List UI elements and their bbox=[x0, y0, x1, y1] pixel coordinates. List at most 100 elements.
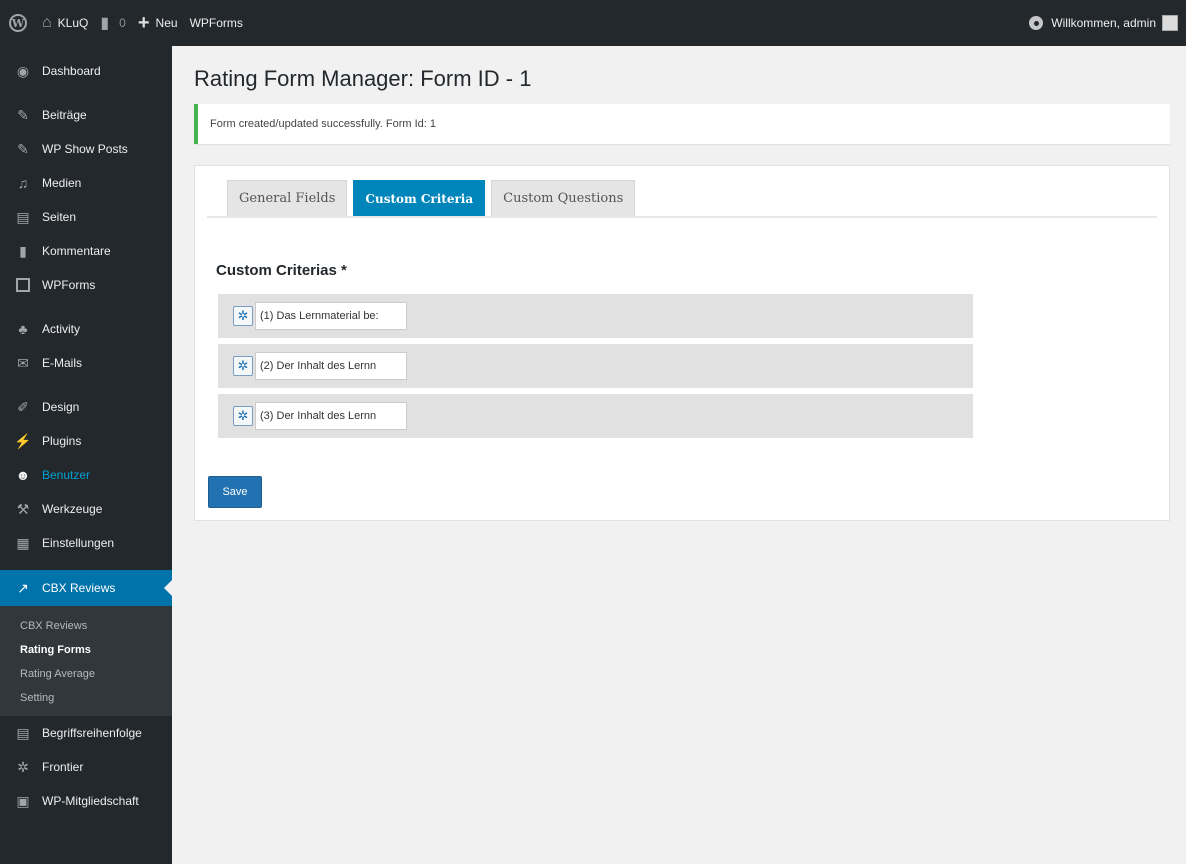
sidebar-item-label: Beiträge bbox=[42, 108, 87, 122]
save-button[interactable]: Save bbox=[208, 476, 262, 508]
sidebar-item-label: Medien bbox=[42, 176, 82, 190]
sidebar-item-benutzer[interactable]: ☻ Benutzer bbox=[0, 458, 172, 492]
comment-icon: ▮ bbox=[100, 15, 110, 32]
comments-icon: ▮ bbox=[19, 242, 27, 259]
criteria-list: ✲ (1) Das Lernmaterial be: ✲ (2) Der Inh… bbox=[218, 294, 973, 444]
sidebar-item-seiten[interactable]: ▤ Seiten bbox=[0, 200, 172, 234]
plugin-icon: ⚡ bbox=[14, 432, 32, 449]
sidebar-item-label: Design bbox=[42, 400, 80, 414]
submenu-item-setting[interactable]: Setting bbox=[0, 686, 172, 710]
site-name-link[interactable]: ⌂ KLuQ bbox=[36, 0, 94, 46]
new-content-link[interactable]: + Neu bbox=[132, 0, 184, 46]
sidebar-item-cbx-reviews[interactable]: ↗ CBX Reviews bbox=[0, 570, 172, 606]
tab-general-fields[interactable]: General Fields bbox=[227, 180, 348, 216]
sidebar-item-label: E-Mails bbox=[42, 356, 83, 370]
criteria-input[interactable]: (3) Der Inhalt des Lernn bbox=[255, 402, 407, 430]
sidebar-item-design[interactable]: ✐ Design bbox=[0, 390, 172, 424]
section-title: Custom Criterias * bbox=[216, 262, 347, 279]
criteria-row: ✲ (1) Das Lernmaterial be: bbox=[218, 294, 973, 338]
page-title: Rating Form Manager: Form ID - 1 bbox=[194, 66, 532, 91]
submenu-item-cbx-reviews[interactable]: CBX Reviews bbox=[0, 614, 172, 638]
main-content: Rating Form Manager: Form ID - 1 Form cr… bbox=[194, 46, 1170, 521]
tab-custom-criteria[interactable]: Custom Criteria bbox=[353, 180, 486, 216]
sidebar-item-plugins[interactable]: ⚡ Plugins bbox=[0, 424, 172, 458]
cbx-reviews-submenu: CBX Reviews Rating Forms Rating Average … bbox=[0, 606, 172, 716]
sidebar-item-label: WP Show Posts bbox=[42, 142, 128, 156]
pin-icon: ✎ bbox=[17, 106, 29, 123]
sidebar-item-activity[interactable]: ♣ Activity bbox=[0, 312, 172, 346]
wrench-icon: ⚒ bbox=[16, 500, 30, 517]
sidebar-item-label: Kommentare bbox=[42, 244, 111, 258]
gear-icon: ✲ bbox=[17, 758, 29, 775]
sidebar-item-werkzeuge[interactable]: ⚒ Werkzeuge bbox=[0, 492, 172, 526]
sidebar-item-wp-mitgliedschaft[interactable]: ▣ WP-Mitgliedschaft bbox=[0, 784, 172, 818]
sidebar-item-label: Einstellungen bbox=[42, 536, 115, 550]
gear-icon: ✲ bbox=[237, 358, 249, 373]
wpforms-icon bbox=[12, 278, 34, 292]
membership-icon: ▣ bbox=[16, 792, 30, 809]
criteria-row: ✲ (2) Der Inhalt des Lernn bbox=[218, 344, 973, 388]
sidebar-item-label: Benutzer bbox=[42, 468, 91, 482]
sidebar-item-frontier[interactable]: ✲ Frontier bbox=[0, 750, 172, 784]
settings-icon: ▦ bbox=[16, 534, 30, 551]
avatar bbox=[1162, 15, 1178, 31]
comments-count: 0 bbox=[119, 16, 126, 30]
sidebar-item-label: CBX Reviews bbox=[42, 581, 116, 595]
criteria-row: ✲ (3) Der Inhalt des Lernn bbox=[218, 394, 973, 438]
form-panel: General Fields Custom Criteria Custom Qu… bbox=[194, 165, 1170, 521]
admin-sidebar: ◉ Dashboard ✎ Beiträge ✎ WP Show Posts ♫… bbox=[0, 46, 172, 864]
new-label: Neu bbox=[155, 16, 178, 30]
sidebar-item-begriffsreihenfolge[interactable]: ▤ Begriffsreihenfolge bbox=[0, 716, 172, 750]
comments-link[interactable]: ▮ 0 bbox=[94, 0, 132, 46]
welcome-label: Willkommen, admin bbox=[1051, 16, 1156, 30]
list-icon: ▤ bbox=[16, 724, 30, 741]
plus-icon: + bbox=[137, 11, 150, 34]
account-menu[interactable]: Willkommen, admin bbox=[1023, 0, 1186, 46]
user-status-icon bbox=[1029, 16, 1044, 30]
sidebar-item-label: WP-Mitgliedschaft bbox=[42, 794, 139, 808]
wordpress-logo-icon: W bbox=[9, 14, 27, 32]
criteria-settings-button[interactable]: ✲ bbox=[233, 356, 253, 376]
wpforms-link[interactable]: WPForms bbox=[184, 0, 249, 46]
site-name-label: KLuQ bbox=[57, 16, 89, 30]
user-icon: ☻ bbox=[15, 467, 31, 483]
criteria-input[interactable]: (1) Das Lernmaterial be: bbox=[255, 302, 407, 330]
sidebar-item-label: Begriffsreihenfolge bbox=[42, 726, 142, 740]
sidebar-item-medien[interactable]: ♫ Medien bbox=[0, 166, 172, 200]
submenu-item-rating-forms[interactable]: Rating Forms bbox=[0, 638, 172, 662]
sidebar-item-label: Plugins bbox=[42, 434, 82, 448]
media-icon: ♫ bbox=[17, 175, 29, 191]
criteria-settings-button[interactable]: ✲ bbox=[233, 406, 253, 426]
gear-icon: ✲ bbox=[237, 308, 249, 323]
admin-bar: W ⌂ KLuQ ▮ 0 + Neu WPForms Willkommen, a… bbox=[0, 0, 1186, 46]
tab-custom-questions[interactable]: Custom Questions bbox=[491, 180, 636, 216]
notice-text: Form created/updated successfully. Form … bbox=[210, 118, 436, 130]
mail-icon: ✉ bbox=[17, 354, 29, 371]
sidebar-item-label: Werkzeuge bbox=[42, 502, 103, 516]
gear-icon: ✲ bbox=[237, 408, 249, 423]
sidebar-item-wp-show-posts[interactable]: ✎ WP Show Posts bbox=[0, 132, 172, 166]
submenu-item-rating-average[interactable]: Rating Average bbox=[0, 662, 172, 686]
pages-icon: ▤ bbox=[16, 208, 30, 225]
wpforms-label: WPForms bbox=[189, 16, 243, 30]
sidebar-item-einstellungen[interactable]: ▦ Einstellungen bbox=[0, 526, 172, 560]
sidebar-item-label: Activity bbox=[42, 322, 81, 336]
tab-bar: General Fields Custom Criteria Custom Qu… bbox=[207, 180, 1157, 218]
sidebar-item-wpforms[interactable]: WPForms bbox=[0, 268, 172, 302]
criteria-settings-button[interactable]: ✲ bbox=[233, 306, 253, 326]
sidebar-item-kommentare[interactable]: ▮ Kommentare bbox=[0, 234, 172, 268]
sidebar-item-dashboard[interactable]: ◉ Dashboard bbox=[0, 54, 172, 88]
sidebar-item-label: Dashboard bbox=[42, 64, 101, 78]
sidebar-item-label: Seiten bbox=[42, 210, 77, 224]
brush-icon: ✐ bbox=[17, 398, 29, 415]
activity-icon: ♣ bbox=[18, 321, 28, 337]
wordpress-logo-button[interactable]: W bbox=[0, 0, 36, 46]
criteria-input[interactable]: (2) Der Inhalt des Lernn bbox=[255, 352, 407, 380]
chart-icon: ↗ bbox=[17, 579, 29, 596]
sidebar-item-label: Frontier bbox=[42, 760, 84, 774]
sidebar-item-emails[interactable]: ✉ E-Mails bbox=[0, 346, 172, 380]
sidebar-item-label: WPForms bbox=[42, 278, 96, 292]
pin-icon: ✎ bbox=[17, 140, 29, 157]
home-icon: ⌂ bbox=[42, 14, 52, 31]
sidebar-item-beitraege[interactable]: ✎ Beiträge bbox=[0, 98, 172, 132]
